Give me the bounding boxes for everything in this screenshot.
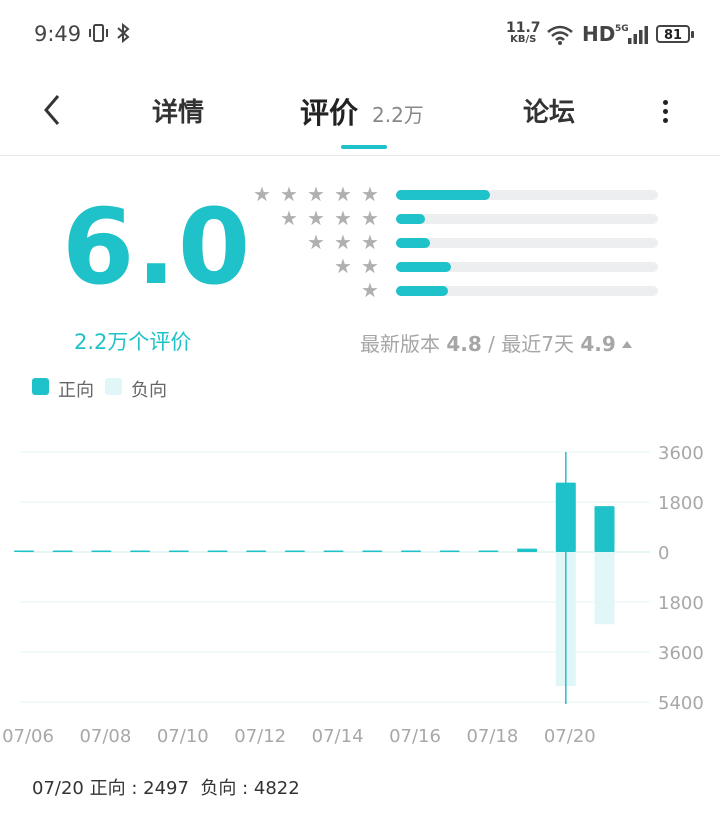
- x-tick-label: 07/20: [544, 726, 596, 747]
- x-tick-label: 07/14: [312, 726, 364, 747]
- positive-bar: [517, 548, 538, 552]
- positive-bar: [594, 506, 615, 552]
- y-tick-label: 3600: [658, 643, 704, 664]
- tab-review-count: 2.2万: [372, 103, 424, 127]
- hd-indicator: HD: [582, 22, 616, 46]
- positive-bar: [362, 550, 383, 552]
- last7-label: 最近7天: [501, 332, 574, 356]
- star-icon: ★: [280, 182, 298, 206]
- rating-bar-track: [396, 190, 658, 200]
- x-tick-label: 07/10: [157, 726, 209, 747]
- positive-bar: [401, 550, 421, 552]
- positive-bar: [52, 550, 73, 552]
- y-tick-label: 5400: [658, 693, 704, 714]
- back-arrow-icon: [44, 95, 60, 125]
- positive-bar: [168, 550, 189, 552]
- x-tick-label: 07/08: [79, 726, 131, 747]
- latest-version-label: 最新版本: [360, 332, 440, 356]
- star-icon: ★: [361, 182, 379, 206]
- summary-negative-label: 负向: [200, 778, 237, 799]
- y-tick-label: 3600: [658, 443, 704, 464]
- battery-indicator: 81: [656, 25, 694, 43]
- signal-label: 5G: [615, 24, 629, 34]
- summary-date: 07/20: [32, 778, 84, 799]
- star-icon: ★: [361, 206, 379, 230]
- more-dot-icon: [662, 100, 668, 105]
- star-icon: ★: [280, 206, 298, 230]
- legend-negative-swatch: [105, 378, 122, 395]
- rating-bar-track: [396, 262, 658, 272]
- star-icon: ★: [334, 206, 352, 230]
- y-tick-label: 1800: [658, 493, 704, 514]
- positive-bar: [439, 550, 460, 552]
- y-tick-label: 1800: [658, 593, 704, 614]
- positive-bar: [284, 550, 305, 552]
- star-icon: ★: [334, 230, 352, 254]
- review-total: 2.2万个评价: [74, 330, 192, 354]
- legend-positive-label: 正向: [58, 380, 94, 401]
- review-trend-chart[interactable]: 3600 1800 0 1800 3600 5400 07/06 07/08 07/10 07/1…: [0, 440, 720, 755]
- star-icon: ★: [307, 182, 325, 206]
- positive-bar: [323, 550, 344, 552]
- network-speed: 11.7 KB/S: [506, 20, 541, 46]
- vibrate-icon: [89, 22, 130, 44]
- wifi-icon: [547, 25, 573, 45]
- x-tick-label: 07/18: [466, 726, 518, 747]
- more-dot-icon: [662, 118, 668, 123]
- summary-positive-value: 2497: [143, 778, 189, 799]
- selected-day-summary: 07/20 正向 : 2497 负向 : 4822: [32, 778, 300, 799]
- trend-up-icon: [621, 341, 632, 348]
- version-rating-line: 最新版本 4.8 / 最近7天 4.9: [360, 328, 632, 357]
- rating-bar-fill: [396, 190, 491, 200]
- tab-detail[interactable]: 详情: [152, 92, 204, 129]
- x-tick-label: 07/12: [234, 726, 286, 747]
- rating-separator: /: [488, 332, 495, 356]
- signal-icon: [628, 26, 648, 44]
- rating-bar-fill: [396, 238, 431, 248]
- star-icon: ★: [307, 230, 325, 254]
- summary-positive-label: 正向: [89, 778, 126, 799]
- rating-bar-track: [396, 238, 658, 248]
- positive-bar: [246, 550, 267, 552]
- back-button[interactable]: [38, 90, 68, 130]
- negative-bar: [594, 552, 615, 625]
- y-tick-label: 0: [658, 543, 669, 564]
- rating-bar-fill: [396, 214, 425, 224]
- star-icon: ★: [334, 254, 352, 278]
- tab-review[interactable]: 评价: [300, 90, 358, 132]
- positive-bar: [207, 550, 228, 552]
- legend-positive-swatch: [32, 378, 49, 395]
- star-icon: ★: [253, 182, 271, 206]
- star-icon: ★: [361, 230, 379, 254]
- network-speed-unit: KB/S: [510, 34, 537, 45]
- positive-bar: [14, 550, 34, 552]
- positive-bar: [478, 550, 499, 552]
- legend-negative-label: 负向: [131, 380, 167, 401]
- more-menu-button[interactable]: [656, 96, 674, 130]
- star-icon: ★: [307, 206, 325, 230]
- latest-version-score: 4.8: [446, 332, 482, 356]
- last7-score: 4.9: [580, 332, 616, 356]
- rating-bar-track: [396, 286, 658, 296]
- rating-score: 6.0: [62, 186, 253, 308]
- star-icon: ★: [334, 182, 352, 206]
- network-speed-value: 11.7: [506, 20, 541, 36]
- positive-bar: [91, 550, 112, 552]
- rating-bar-fill: [396, 286, 449, 296]
- status-time: 9:49: [34, 22, 82, 46]
- header-divider: [0, 155, 720, 156]
- tab-forum[interactable]: 论坛: [523, 92, 575, 129]
- summary-negative-value: 4822: [253, 778, 300, 799]
- x-tick-label: 07/16: [389, 726, 441, 747]
- star-icon: ★: [361, 278, 379, 302]
- rating-bar-fill: [396, 262, 452, 272]
- vibrate-bluetooth-icons: [88, 22, 136, 49]
- positive-bar: [130, 550, 151, 552]
- x-tick-label: 07/06: [2, 726, 54, 747]
- more-dot-icon: [662, 109, 668, 114]
- star-icon: ★: [361, 254, 379, 278]
- active-tab-indicator: [341, 145, 387, 149]
- rating-bar-track: [396, 214, 658, 224]
